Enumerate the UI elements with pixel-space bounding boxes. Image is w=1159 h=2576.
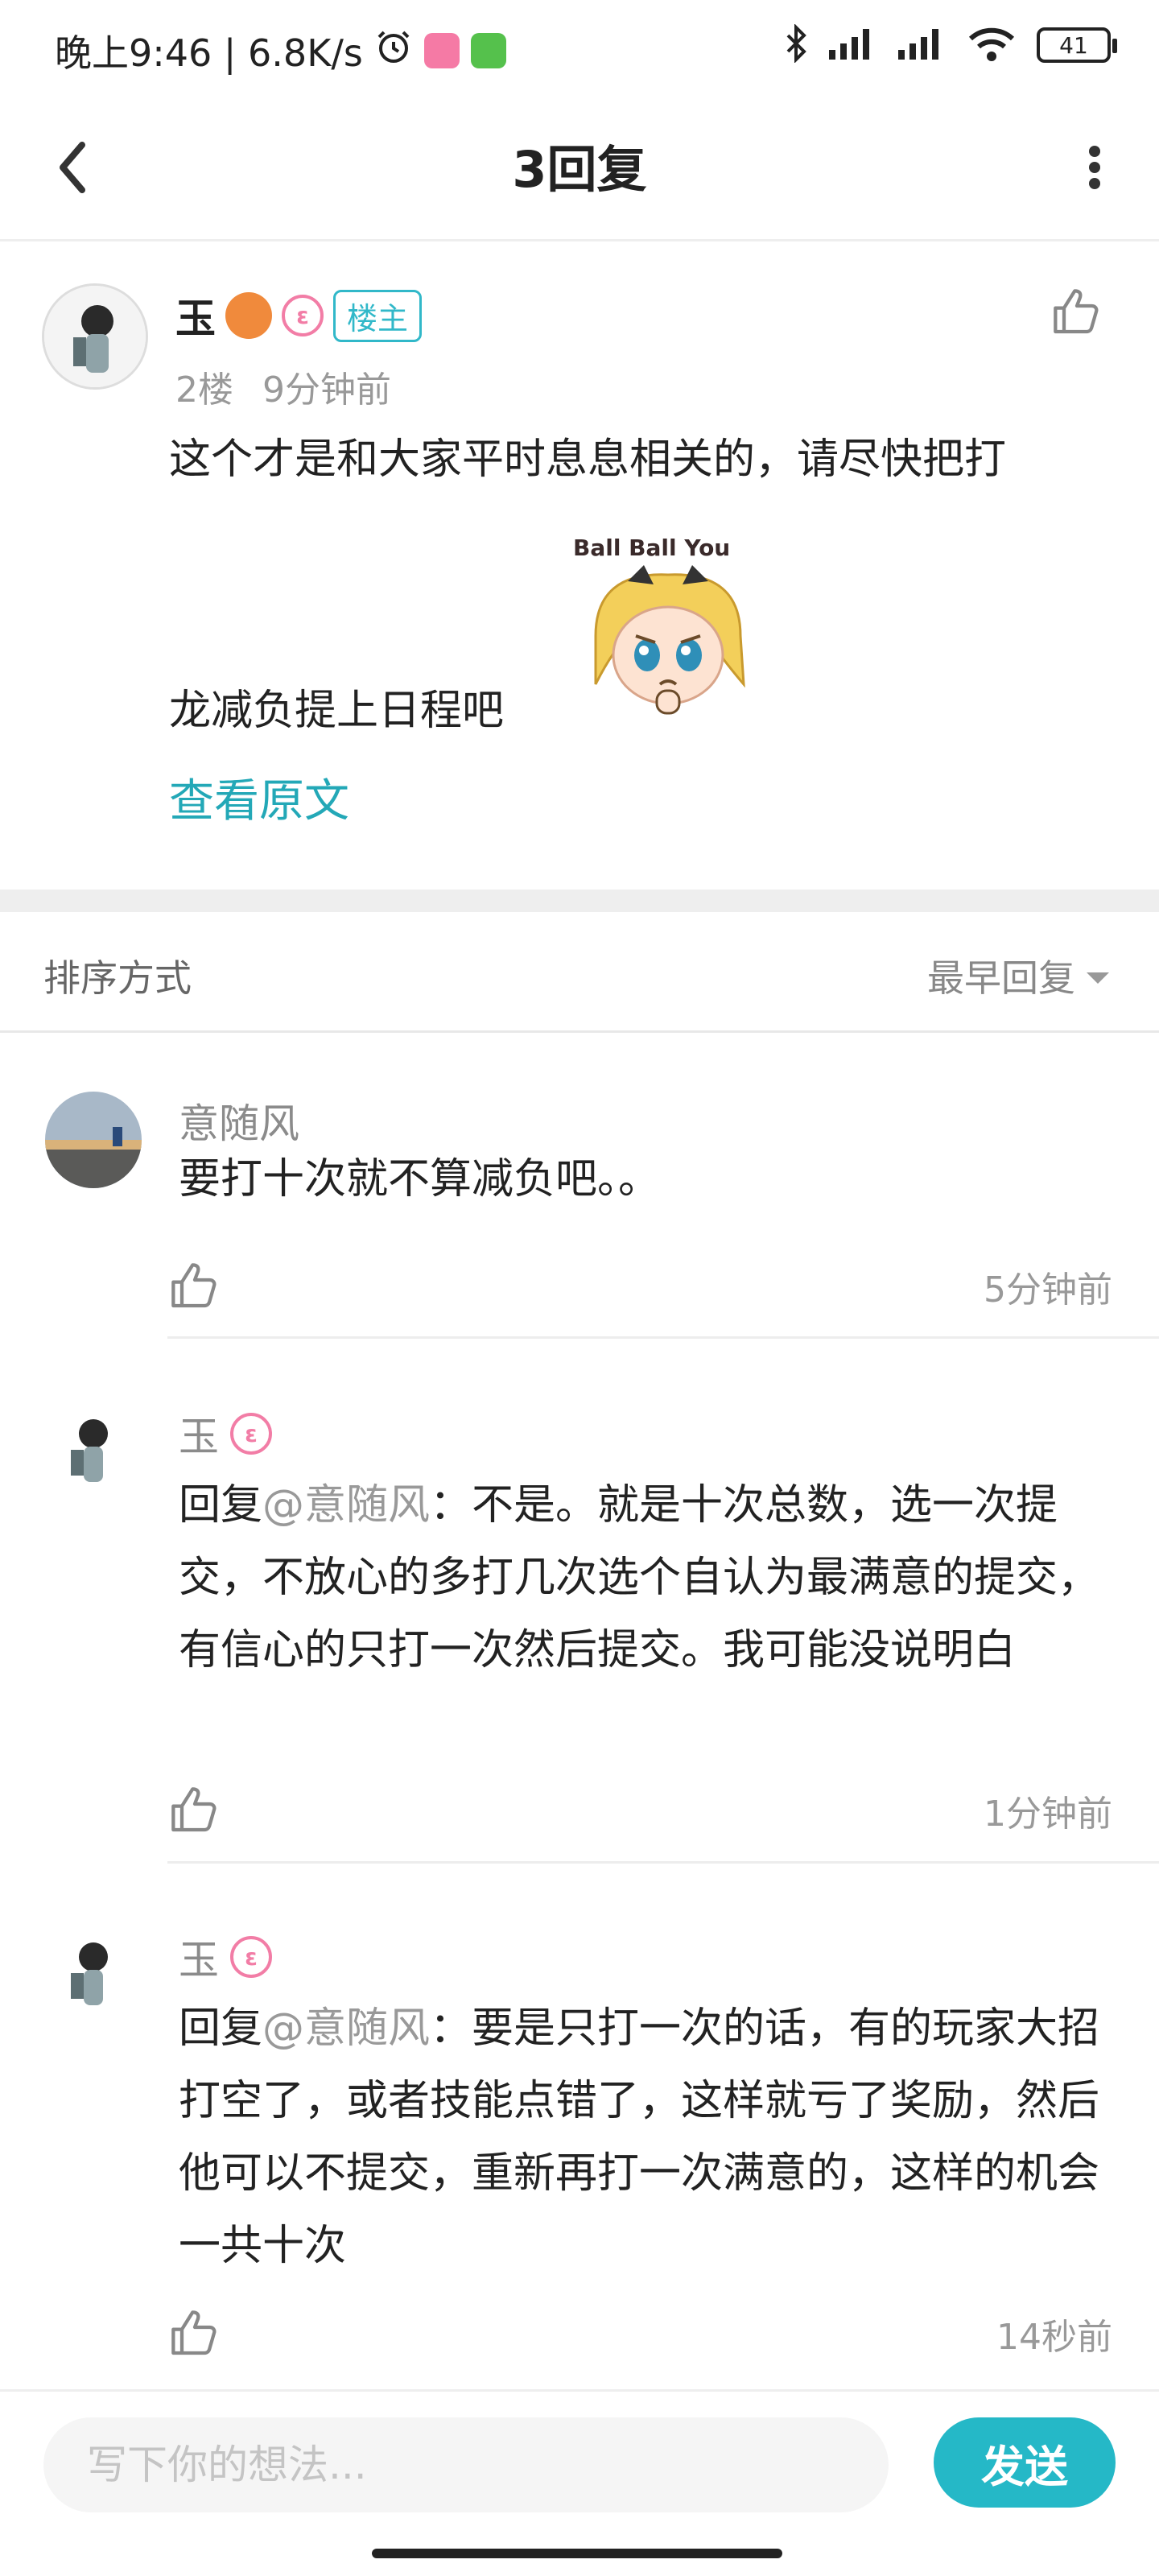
reply-time: 1分钟前 xyxy=(984,1794,1112,1835)
more-options-icon[interactable] xyxy=(1062,135,1127,200)
creator-badge-icon: ε xyxy=(282,295,324,336)
post-like-icon[interactable] xyxy=(1051,287,1103,338)
reply-like-icon[interactable] xyxy=(169,1261,221,1312)
post-floor: 2楼 xyxy=(175,369,233,411)
sort-dropdown[interactable]: 最早回复 xyxy=(927,949,1109,1002)
reply-item: 意随风 要打十次就不算减负吧。。 5分钟前 xyxy=(0,1038,1159,1340)
title-bar: 3回复 xyxy=(0,105,1159,242)
post-author-row: 玉 ε 楼主 xyxy=(175,287,423,345)
sort-value: 最早回复 xyxy=(927,956,1075,1000)
reply-mention[interactable]: @意随风 xyxy=(262,2004,430,2053)
reply-prefix: 回复 xyxy=(179,2004,263,2053)
bluetooth-icon xyxy=(784,23,808,66)
post-text-line2: 龙减负提上日程吧 xyxy=(169,687,505,735)
reply-item: 玉 ε 回复@意随风：不是。就是十次总数，选一次提交，不放心的多打几次选个自认为… xyxy=(0,1340,1159,1864)
status-bar: 晚上9:46 | 6.8K/s 41 xyxy=(0,0,1159,103)
page-title: 3回复 xyxy=(512,140,647,199)
download-app-icon xyxy=(470,33,506,68)
post-text-line1: 这个才是和大家平时息息相关的，请尽快把打 xyxy=(169,436,1007,484)
reply-mention[interactable]: @意随风 xyxy=(262,1481,430,1530)
comment-input[interactable] xyxy=(43,2417,889,2512)
sort-label: 排序方式 xyxy=(43,956,192,1000)
post-time: 9分钟前 xyxy=(262,369,391,411)
alarm-icon xyxy=(374,27,413,75)
post-meta: 2楼 9分钟前 xyxy=(175,361,391,412)
status-time: 晚上9:46 | 6.8K/s xyxy=(55,31,363,75)
reply-author-name[interactable]: 意随风 xyxy=(179,1092,299,1150)
reply-time: 14秒前 xyxy=(996,2317,1112,2358)
reply-time: 5分钟前 xyxy=(984,1269,1112,1311)
reply-author-name[interactable]: 玉 xyxy=(179,1928,219,1986)
section-divider xyxy=(0,890,1159,912)
main-post: 玉 ε 楼主 2楼 9分钟前 这个才是和大家平时息息相关的，请尽快把打 Ball… xyxy=(0,242,1159,886)
send-button[interactable]: 发送 xyxy=(934,2417,1116,2508)
reply-avatar[interactable] xyxy=(45,1405,142,1501)
owner-tag: 楼主 xyxy=(333,289,423,342)
view-original-link[interactable]: 查看原文 xyxy=(169,765,349,830)
ball-ball-you-sticker: Ball Ball You xyxy=(563,523,773,733)
creator-badge-icon: ε xyxy=(230,1936,272,1978)
signal-icon-2 xyxy=(898,27,947,63)
reply-like-icon[interactable] xyxy=(169,2308,221,2359)
reply-item: 玉 ε 回复@意随风：要是只打一次的话，有的玩家大招打空了，或者技能点错了，这样… xyxy=(0,1864,1159,2387)
bilibili-app-icon xyxy=(423,33,460,68)
sticker-text: Ball Ball You xyxy=(573,535,730,561)
post-author-name[interactable]: 玉 xyxy=(175,287,216,345)
reply-text: 回复@意随风：不是。就是十次总数，选一次提交，不放心的多打几次选个自认为最满意的… xyxy=(179,1469,1112,1686)
comment-input-bar: 发送 xyxy=(0,2389,1159,2528)
post-author-avatar[interactable] xyxy=(42,283,148,390)
reply-avatar[interactable] xyxy=(45,1928,142,2025)
status-left: 晚上9:46 | 6.8K/s xyxy=(55,24,506,77)
status-right: 41 xyxy=(784,23,1117,66)
signal-icon-1 xyxy=(829,27,877,63)
caret-down-icon xyxy=(1087,972,1109,984)
reply-text: 要打十次就不算减负吧。。 xyxy=(179,1143,1112,1216)
battery-indicator: 41 xyxy=(1037,27,1117,63)
level-badge-icon xyxy=(225,292,272,339)
creator-badge-icon: ε xyxy=(230,1413,272,1455)
reply-text: 回复@意随风：要是只打一次的话，有的玩家大招打空了，或者技能点错了，这样就亏了奖… xyxy=(179,1992,1112,2282)
sort-row: 排序方式 最早回复 xyxy=(0,912,1159,1033)
home-indicator[interactable] xyxy=(372,2549,782,2558)
reply-like-icon[interactable] xyxy=(169,1785,221,1836)
reply-prefix: 回复 xyxy=(179,1481,263,1530)
reply-author-name[interactable]: 玉 xyxy=(179,1405,219,1463)
reply-avatar[interactable] xyxy=(45,1092,142,1188)
reply-divider xyxy=(167,1336,1159,1339)
wifi-icon xyxy=(967,25,1016,65)
reply-text-body: 要打十次就不算减负吧。。 xyxy=(179,1155,661,1203)
